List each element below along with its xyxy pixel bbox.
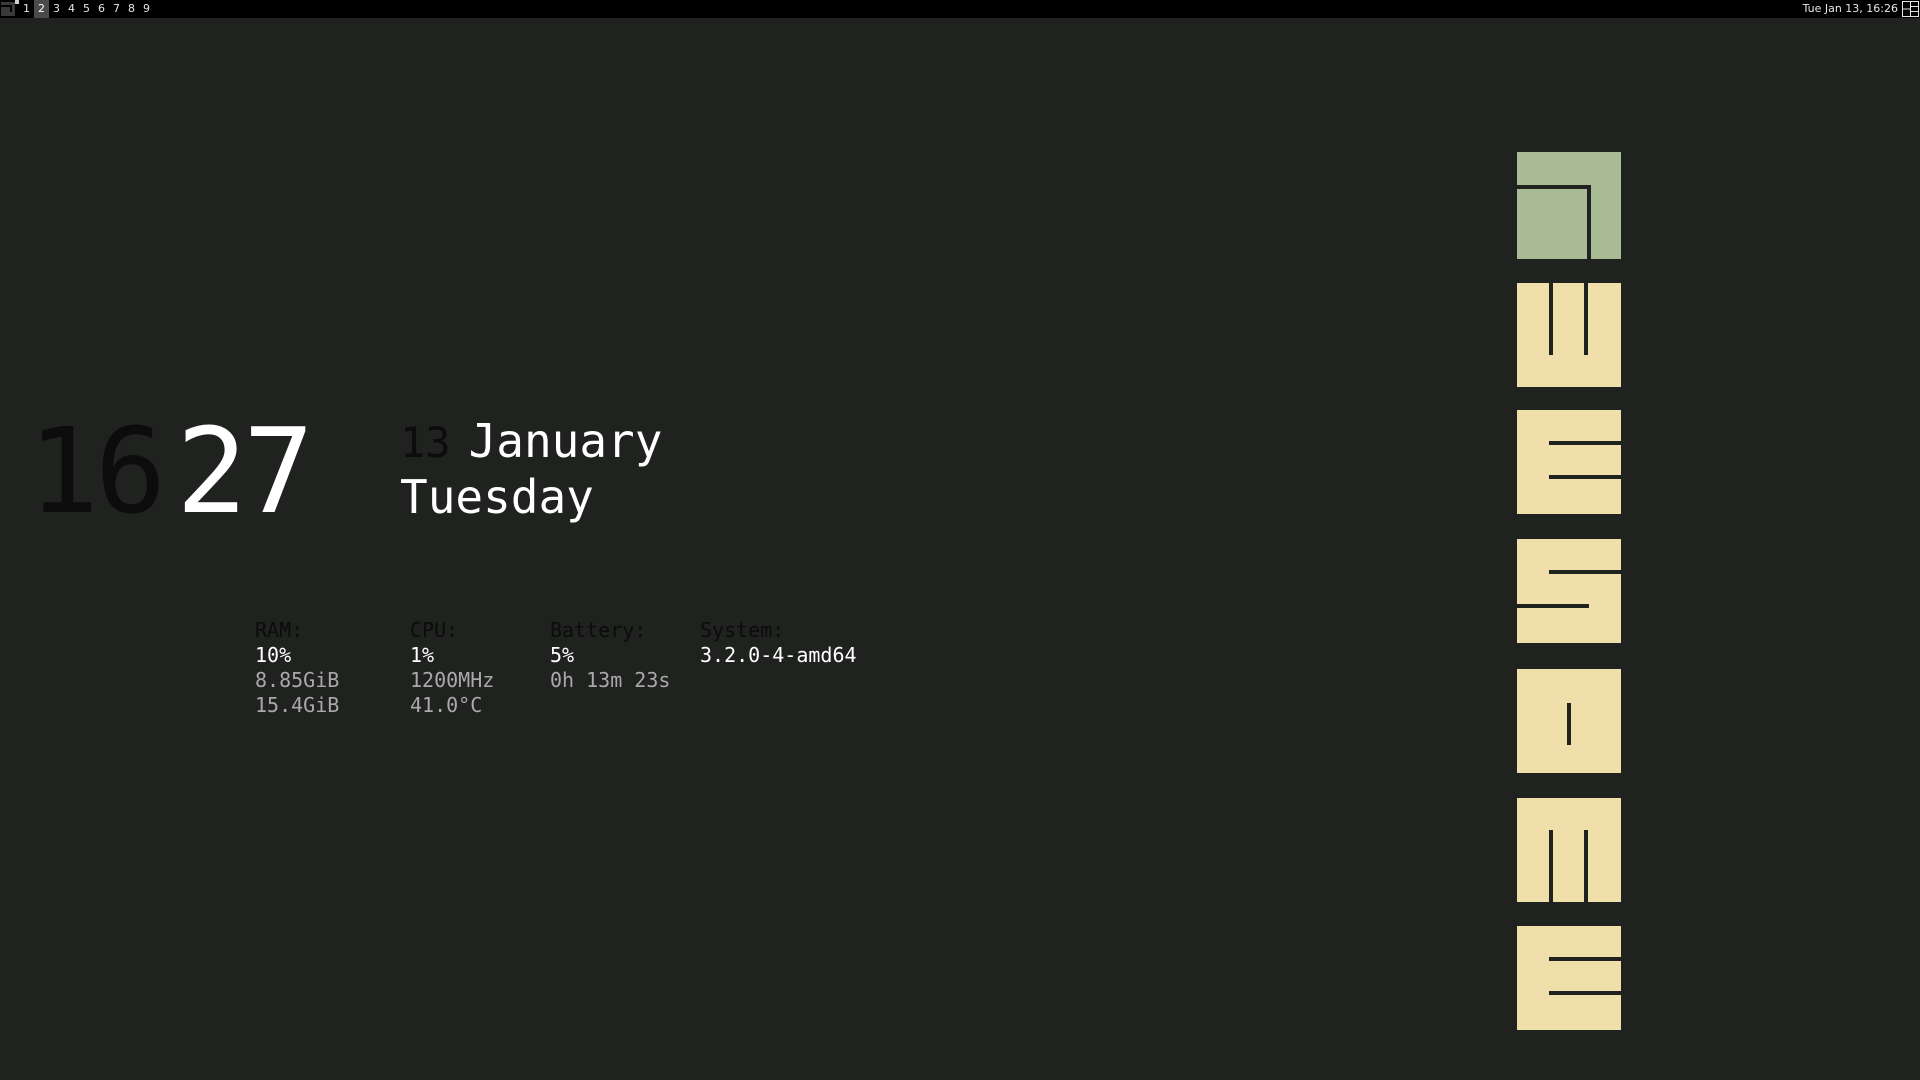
system-label: System: — [700, 618, 785, 642]
tag-9[interactable]: 9 — [139, 0, 154, 18]
ram-label: RAM: — [255, 618, 304, 642]
logo-tile-w-icon — [1517, 283, 1621, 387]
cpu-percent: 1% — [410, 643, 435, 667]
clock-minutes: 27 — [176, 402, 314, 540]
tag-3[interactable]: 3 — [49, 0, 64, 18]
ram-total: 15.4GiB — [255, 693, 340, 717]
tag-1[interactable]: 1 — [19, 0, 34, 18]
battery-remaining: 0h 13m 23s — [550, 668, 671, 692]
ram-percent: 10% — [255, 643, 292, 667]
tag-6[interactable]: 6 — [94, 0, 109, 18]
battery-percent: 5% — [550, 643, 575, 667]
desktop-date: 13 January — [400, 418, 662, 464]
awesome-launcher-icon[interactable] — [0, 0, 19, 18]
cpu-label: CPU: — [410, 618, 459, 642]
tag-2[interactable]: 2 — [34, 0, 49, 18]
kernel-version: 3.2.0-4-amd64 — [700, 643, 857, 667]
logo-tile-o-icon — [1517, 669, 1621, 773]
logo-tile-e2-icon — [1517, 926, 1621, 1030]
desktop-clock: 16 27 — [28, 412, 314, 530]
logo-tile-s-icon — [1517, 539, 1621, 643]
battery-label: Battery: — [550, 618, 647, 642]
battery-stats: Battery: 5% 0h 13m 23s — [550, 618, 670, 693]
tag-4[interactable]: 4 — [64, 0, 79, 18]
logo-tile-a-icon — [1517, 152, 1621, 259]
ram-used: 8.85GiB — [255, 668, 340, 692]
date-weekday: Tuesday — [400, 470, 594, 524]
tag-7[interactable]: 7 — [109, 0, 124, 18]
logo-tile-e-icon — [1517, 410, 1621, 514]
system-stats: System: 3.2.0-4-amd64 — [700, 618, 857, 668]
cpu-temperature: 41.0°C — [410, 693, 483, 717]
tile-layout-icon[interactable] — [1900, 0, 1920, 18]
clock-hours: 16 — [28, 402, 166, 540]
logo-tile-m-icon — [1517, 798, 1621, 902]
cpu-stats: CPU: 1% 1200MHz 41.0°C — [410, 618, 494, 718]
ram-stats: RAM: 10% 8.85GiB 15.4GiB — [255, 618, 339, 718]
date-day: 13 — [400, 418, 451, 467]
top-panel: 1 2 3 4 5 6 7 8 9 Tue Jan 13, 16:26 — [0, 0, 1920, 18]
panel-clock[interactable]: Tue Jan 13, 16:26 — [1803, 0, 1898, 18]
date-month: January — [468, 414, 663, 468]
tag-list: 1 2 3 4 5 6 7 8 9 — [19, 0, 154, 18]
cpu-frequency: 1200MHz — [410, 668, 495, 692]
tag-8[interactable]: 8 — [124, 0, 139, 18]
tag-5[interactable]: 5 — [79, 0, 94, 18]
